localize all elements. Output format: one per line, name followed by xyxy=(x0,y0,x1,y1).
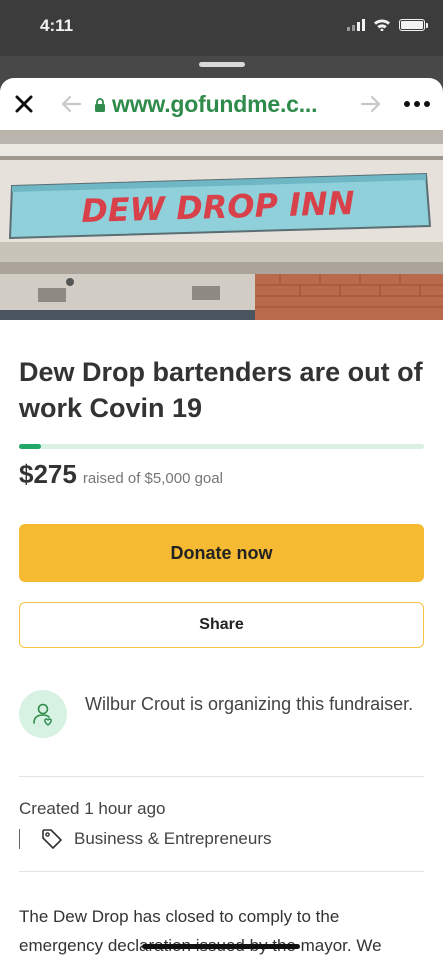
wifi-icon xyxy=(374,19,390,31)
status-time: 4:11 xyxy=(40,16,74,35)
home-indicator[interactable] xyxy=(142,944,300,949)
browser-toolbar: www.gofundme.c... xyxy=(0,78,443,130)
category-separator xyxy=(19,829,20,849)
sheet-handle[interactable] xyxy=(199,62,245,67)
category-label: Business & Entrepreneurs xyxy=(74,829,272,848)
progress-fill xyxy=(19,444,42,449)
campaign-content: Dew Drop bartenders are out of work Covi… xyxy=(19,354,424,960)
hero-sign-text: DEW DROP INN xyxy=(81,184,356,230)
tag-icon xyxy=(42,829,62,849)
raised-amount: $275 xyxy=(19,459,77,489)
donate-now-button[interactable]: Donate now xyxy=(19,524,424,582)
back-arrow-icon[interactable] xyxy=(60,94,82,114)
close-icon[interactable] xyxy=(10,90,38,118)
divider xyxy=(19,776,424,777)
progress-bar xyxy=(19,444,424,449)
more-icon[interactable] xyxy=(403,92,431,116)
divider xyxy=(19,871,424,872)
created-time: Created 1 hour ago xyxy=(19,799,166,818)
share-button[interactable]: Share xyxy=(19,602,424,648)
status-icons xyxy=(347,18,428,31)
organizer-text: Wilbur Crout is organizing this fundrais… xyxy=(85,694,414,714)
campaign-hero-image: DEW DROP INN xyxy=(0,130,443,320)
raised-goal: raised of $5,000 goal xyxy=(82,470,223,487)
cellular-signal-icon xyxy=(347,18,365,31)
organizer-row[interactable]: Wilbur Crout is organizing this fundrais… xyxy=(19,690,424,738)
browser-sheet: www.gofundme.c... DEW DROP INN Dew Drop … xyxy=(0,78,443,960)
status-bar: 4:11 xyxy=(0,0,443,56)
url-bar[interactable]: www.gofundme.c... xyxy=(112,91,318,118)
battery-icon xyxy=(399,18,428,31)
story-text: The Dew Drop has closed to comply to the… xyxy=(19,907,382,955)
organizer-avatar-icon xyxy=(19,690,67,738)
category-row[interactable]: Business & Entrepreneurs xyxy=(19,827,424,851)
lock-icon xyxy=(95,98,105,112)
forward-arrow-icon[interactable] xyxy=(360,94,382,114)
raised-summary: $275 raised of $5,000 goal xyxy=(19,459,424,490)
campaign-title: Dew Drop bartenders are out of work Covi… xyxy=(19,357,423,423)
